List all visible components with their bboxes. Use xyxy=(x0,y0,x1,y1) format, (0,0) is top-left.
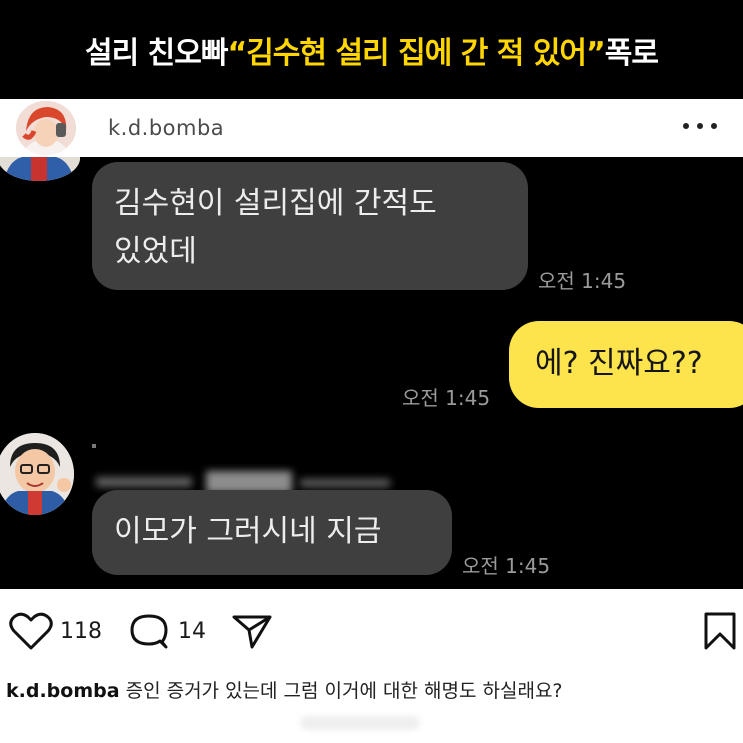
message-text: 이모가 그러시네 지금 xyxy=(114,514,382,549)
chat-avatar-sender xyxy=(0,433,74,515)
cartoon-avatar-icon xyxy=(0,157,80,181)
comment-icon xyxy=(130,614,168,649)
post-header: k.d.bomba xyxy=(0,99,743,157)
bookmark-button[interactable] xyxy=(702,610,738,652)
chat-avatar-top xyxy=(0,157,80,181)
headline-banner: 설리 친오빠 “김수현 설리 집에 간 적 있어” 폭로 xyxy=(0,0,743,99)
message-line-2: 있었데 xyxy=(114,234,197,269)
like-count: 118 xyxy=(60,618,102,644)
caption-fade-blur xyxy=(300,716,420,730)
share-button[interactable] xyxy=(230,611,274,651)
post-caption: k.d.bomba 증인 증거가 있는데 그럼 이거에 대한 해명도 하실래요? xyxy=(6,676,741,703)
post-username[interactable]: k.d.bomba xyxy=(108,116,224,140)
post-action-bar: 118 14 xyxy=(0,589,743,671)
message-time: 오전 1:45 xyxy=(462,554,551,578)
chat-screenshot: 김수현이 설리집에 간적도 있었데 오전 1:45 에? 진짜요?? 오전 1:… xyxy=(0,157,743,589)
comment-button[interactable]: 14 xyxy=(126,611,206,651)
avatar-illustration-icon xyxy=(16,101,76,155)
message-text: 에? 진짜요?? xyxy=(535,346,703,381)
chat-bubble-received: 김수현이 설리집에 간적도 있었데 xyxy=(92,162,528,290)
caption-text: 증인 증거가 있는데 그럼 이거에 대한 해명도 하실래요? xyxy=(119,680,563,702)
share-icon xyxy=(232,615,272,649)
headline-highlight: “김수현 설리 집에 간 적 있어” xyxy=(227,35,605,71)
dot-mark xyxy=(92,444,96,448)
profile-avatar[interactable] xyxy=(16,101,76,155)
message-line-1: 김수현이 설리집에 간적도 xyxy=(114,186,437,221)
headline-suffix: 폭로 xyxy=(604,35,659,71)
message-time: 오전 1:45 xyxy=(402,386,491,410)
more-options-button[interactable] xyxy=(683,113,717,139)
like-button[interactable]: 118 xyxy=(8,611,102,651)
bookmark-icon xyxy=(704,612,736,650)
more-dots-icon xyxy=(683,123,689,129)
chat-bubble-received: 이모가 그러시네 지금 xyxy=(92,490,452,575)
comment-count: 14 xyxy=(178,618,206,644)
caption-username[interactable]: k.d.bomba xyxy=(6,680,120,702)
heart-icon xyxy=(9,612,53,650)
redacted-name-blur xyxy=(96,477,192,487)
redacted-name-blur xyxy=(300,479,390,487)
chat-bubble-sent: 에? 진짜요?? xyxy=(509,321,743,408)
headline-prefix: 설리 친오빠 xyxy=(85,35,228,71)
cartoon-avatar-icon xyxy=(0,433,74,515)
message-time: 오전 1:45 xyxy=(538,269,627,293)
